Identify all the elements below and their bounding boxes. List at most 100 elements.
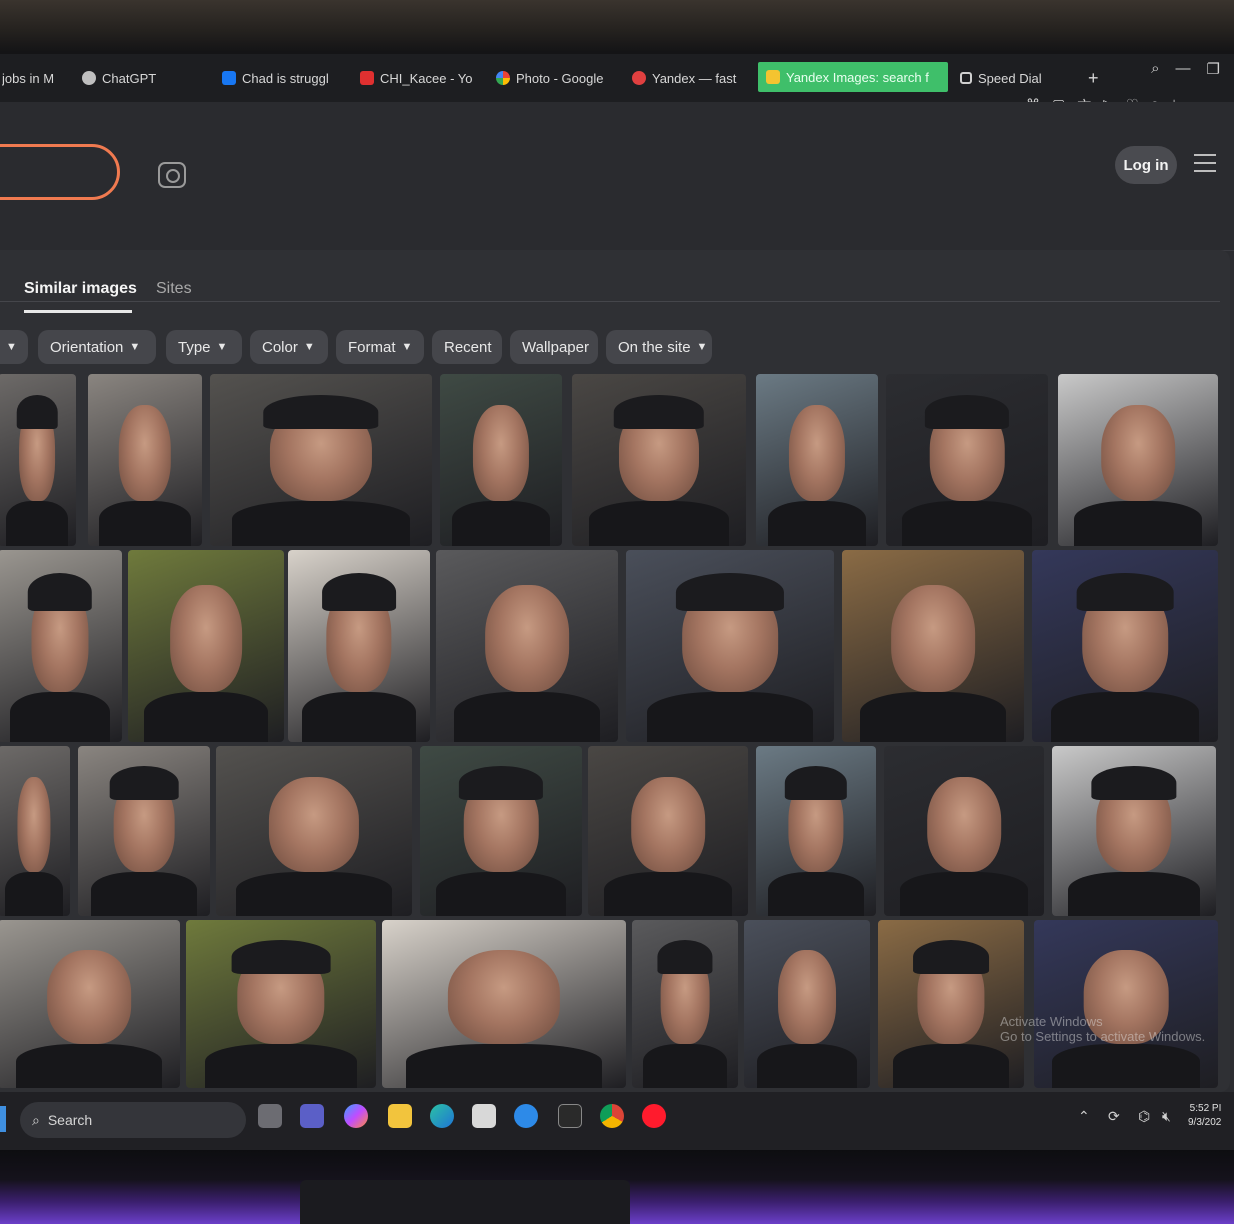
restore-icon[interactable]: ❐ [1207, 60, 1220, 78]
image-thumbnail[interactable] [382, 920, 626, 1088]
start-button[interactable] [0, 1106, 6, 1132]
new-tab-button[interactable]: + [1088, 64, 1106, 92]
photo-clothing [10, 692, 110, 742]
image-thumbnail[interactable] [878, 920, 1024, 1088]
taskbar-clock[interactable]: 5:52 PI 9/3/202 [1188, 1102, 1221, 1130]
filter-wallpaper[interactable]: Wallpaper [510, 330, 598, 364]
tab-label: Yandex Images: search f [786, 69, 929, 85]
image-thumbnail[interactable] [1058, 374, 1218, 546]
image-thumbnail[interactable] [756, 746, 876, 916]
login-button[interactable]: Log in [1115, 146, 1177, 184]
epic-games-icon[interactable] [558, 1104, 582, 1128]
chevron-up-icon[interactable]: ⌃ [1078, 1108, 1090, 1125]
image-thumbnail[interactable] [128, 550, 284, 742]
image-thumbnail[interactable] [440, 374, 562, 546]
file-explorer-icon[interactable] [388, 1104, 412, 1128]
filter-type[interactable]: Type ▼ [166, 330, 242, 364]
photo-cap [109, 766, 179, 801]
tab-chatgpt[interactable]: ChatGPT [82, 64, 182, 92]
photo-cap [263, 394, 379, 430]
photo-cap [675, 573, 785, 612]
minimize-icon[interactable]: — [1176, 60, 1191, 78]
photo-clothing [5, 871, 63, 916]
teams-icon[interactable] [300, 1104, 324, 1128]
tab-similar-images[interactable]: Similar images [24, 280, 137, 298]
chrome-icon[interactable] [600, 1104, 624, 1128]
photo-clothing [642, 1044, 728, 1088]
image-results-grid [0, 370, 1234, 1090]
image-thumbnail[interactable] [186, 920, 376, 1088]
image-thumbnail[interactable] [1034, 920, 1218, 1088]
network-icon[interactable]: ⌬ [1138, 1108, 1150, 1125]
image-thumbnail[interactable] [78, 746, 210, 916]
image-thumbnail[interactable] [420, 746, 582, 916]
photo-clothing [91, 871, 197, 916]
image-thumbnail[interactable] [288, 550, 430, 742]
image-thumbnail[interactable] [1052, 746, 1216, 916]
tab-yandex-images-active[interactable]: Yandex Images: search f [758, 62, 948, 92]
tab-sites[interactable]: Sites [156, 280, 192, 298]
image-thumbnail[interactable] [632, 920, 738, 1088]
photo-clothing [902, 501, 1032, 546]
tab-jobs[interactable]: jobs in M [2, 64, 60, 92]
image-thumbnail[interactable] [88, 374, 202, 546]
photo-face [17, 776, 51, 872]
filter-format[interactable]: Format ▼ [336, 330, 424, 364]
photo-clothing [589, 501, 729, 546]
taskbar-search-label: Search [47, 1112, 93, 1128]
image-thumbnail[interactable] [0, 746, 70, 916]
chevron-down-icon: ▼ [216, 341, 228, 353]
image-thumbnail[interactable] [0, 920, 180, 1088]
filter-on-the-site[interactable]: On the site ▼ [606, 330, 712, 364]
image-thumbnail[interactable] [436, 550, 618, 742]
photo-clothing [99, 501, 191, 546]
tabs-divider [0, 301, 1220, 302]
tab-youtube[interactable]: CHI_Kacee - Yo [360, 64, 476, 92]
photo-cap [657, 940, 713, 974]
search-tabs-icon[interactable]: ⌕ [1151, 60, 1159, 78]
image-thumbnail[interactable] [626, 550, 834, 742]
photo-face [485, 584, 569, 693]
filter-size[interactable]: ▼ [0, 330, 28, 364]
photo-clothing [1074, 501, 1202, 546]
filter-recent[interactable]: Recent [432, 330, 502, 364]
task-view-icon[interactable] [258, 1104, 282, 1128]
photo-face [170, 584, 242, 693]
image-thumbnail[interactable] [842, 550, 1024, 742]
facebook-icon [222, 71, 236, 85]
tab-facebook[interactable]: Chad is struggl [222, 64, 342, 92]
image-thumbnail[interactable] [0, 550, 122, 742]
app-c-icon[interactable] [514, 1104, 538, 1128]
tab-yandex[interactable]: Yandex — fast [632, 64, 744, 92]
image-thumbnail[interactable] [210, 374, 432, 546]
image-thumbnail[interactable] [588, 746, 748, 916]
filter-color[interactable]: Color ▼ [250, 330, 328, 364]
photo-clothing [205, 1044, 357, 1088]
edge-icon[interactable] [430, 1104, 454, 1128]
taskbar-search[interactable]: ⌕ Search [20, 1102, 246, 1138]
copilot-icon[interactable] [344, 1104, 368, 1128]
image-thumbnail[interactable] [0, 374, 76, 546]
image-thumbnail[interactable] [886, 374, 1048, 546]
window-controls: ⌕ — ❐ [1151, 60, 1220, 78]
photo-frame: jobs in M ChatGPT Chad is struggl CHI_Ka… [0, 0, 1234, 1224]
chevron-down-icon: ▼ [6, 341, 17, 353]
tab-google-photos[interactable]: Photo - Google [496, 64, 612, 92]
image-thumbnail[interactable] [216, 746, 412, 916]
image-thumbnail[interactable] [744, 920, 870, 1088]
hamburger-menu-icon[interactable] [1194, 154, 1216, 172]
search-input[interactable] [0, 144, 120, 200]
camera-search-icon[interactable] [158, 162, 186, 188]
tab-label: jobs in M [2, 70, 55, 86]
image-thumbnail[interactable] [884, 746, 1044, 916]
opera-icon[interactable] [642, 1104, 666, 1128]
photo-clothing [16, 1044, 162, 1088]
tab-speed-dial[interactable]: Speed Dial [960, 64, 1060, 92]
image-thumbnail[interactable] [572, 374, 746, 546]
store-icon[interactable] [472, 1104, 496, 1128]
filter-orientation[interactable]: Orientation ▼ [38, 330, 156, 364]
image-thumbnail[interactable] [1032, 550, 1218, 742]
image-thumbnail[interactable] [756, 374, 878, 546]
sync-icon[interactable]: ⟳ [1108, 1108, 1120, 1125]
volume-muted-icon[interactable]: 🔇︎ [1162, 1108, 1171, 1125]
